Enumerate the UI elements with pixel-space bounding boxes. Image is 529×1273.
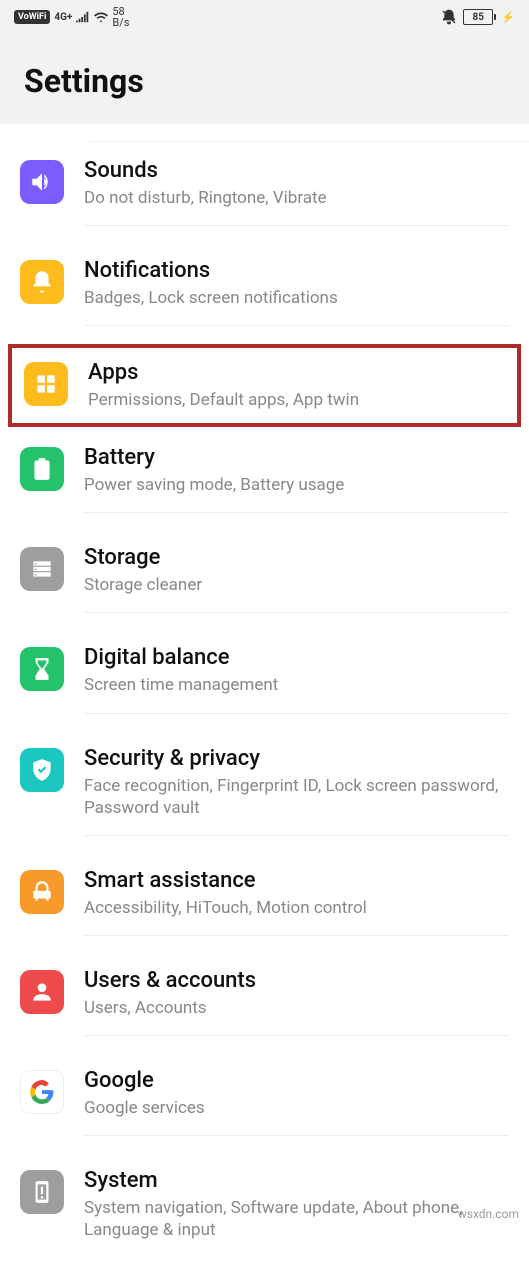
item-subtitle: Permissions, Default apps, App twin bbox=[88, 389, 505, 411]
item-subtitle: Badges, Lock screen notifications bbox=[84, 287, 509, 309]
settings-item-storage[interactable]: Storage Storage cleaner bbox=[0, 529, 529, 629]
users-icon bbox=[20, 970, 64, 1014]
row-content: Digital balance Screen time management bbox=[84, 645, 509, 713]
mute-icon bbox=[441, 9, 457, 25]
watermark: wsxdn.com bbox=[458, 1207, 519, 1221]
item-title: Notifications bbox=[84, 258, 509, 283]
settings-item-sounds[interactable]: Sounds Do not disturb, Ringtone, Vibrate bbox=[0, 142, 529, 242]
item-subtitle: Users, Accounts bbox=[84, 997, 509, 1019]
item-subtitle: Power saving mode, Battery usage bbox=[84, 474, 509, 496]
row-content: Users & accounts Users, Accounts bbox=[84, 968, 509, 1036]
settings-item-apps[interactable]: Apps Permissions, Default apps, App twin bbox=[24, 360, 505, 423]
row-content: Sounds Do not disturb, Ringtone, Vibrate bbox=[84, 158, 509, 226]
item-subtitle: Face recognition, Fingerprint ID, Lock s… bbox=[84, 775, 509, 819]
smart-assistance-icon bbox=[20, 870, 64, 914]
battery-icon bbox=[20, 447, 64, 491]
row-content: Apps Permissions, Default apps, App twin bbox=[88, 360, 505, 423]
system-icon bbox=[20, 1170, 64, 1214]
settings-item-notifications[interactable]: Notifications Badges, Lock screen notifi… bbox=[0, 242, 529, 342]
network-label: 4G+ bbox=[54, 12, 72, 23]
item-title: Security & privacy bbox=[84, 746, 509, 771]
item-subtitle: Do not disturb, Ringtone, Vibrate bbox=[84, 187, 509, 209]
item-title: Battery bbox=[84, 445, 509, 470]
settings-item-system[interactable]: System System navigation, Software updat… bbox=[0, 1152, 529, 1273]
partial-previous-row bbox=[90, 124, 529, 142]
sounds-icon bbox=[20, 160, 64, 204]
settings-item-google[interactable]: Google Google services bbox=[0, 1052, 529, 1152]
data-rate: 58 B/s bbox=[112, 6, 129, 28]
settings-item-digital-balance[interactable]: Digital balance Screen time management bbox=[0, 629, 529, 729]
settings-item-smart-assistance[interactable]: Smart assistance Accessibility, HiTouch,… bbox=[0, 852, 529, 952]
item-title: Sounds bbox=[84, 158, 509, 183]
status-bar: VoWiFi 4G+ 58 B/s 85 ⚡ bbox=[0, 0, 529, 34]
vowifi-badge: VoWiFi bbox=[14, 10, 50, 24]
item-title: Users & accounts bbox=[84, 968, 509, 993]
item-subtitle: System navigation, Software update, Abou… bbox=[84, 1197, 509, 1241]
item-title: Digital balance bbox=[84, 645, 509, 670]
row-content: Smart assistance Accessibility, HiTouch,… bbox=[84, 868, 509, 936]
charging-icon: ⚡ bbox=[501, 11, 515, 24]
status-right: 85 ⚡ bbox=[441, 9, 515, 25]
wifi-icon bbox=[94, 11, 108, 23]
item-title: Storage bbox=[84, 545, 509, 570]
settings-list[interactable]: Sounds Do not disturb, Ringtone, Vibrate… bbox=[0, 124, 529, 1273]
apps-icon bbox=[24, 362, 68, 406]
battery-indicator: 85 bbox=[463, 9, 493, 25]
google-icon bbox=[20, 1070, 64, 1114]
item-subtitle: Google services bbox=[84, 1097, 509, 1119]
page-header: Settings bbox=[0, 34, 529, 124]
highlight-box: Apps Permissions, Default apps, App twin bbox=[8, 344, 521, 427]
battery-percent: 85 bbox=[473, 12, 484, 23]
row-content: Security & privacy Face recognition, Fin… bbox=[84, 746, 509, 836]
row-content: System System navigation, Software updat… bbox=[84, 1168, 509, 1257]
signal-icon bbox=[76, 11, 90, 23]
row-content: Storage Storage cleaner bbox=[84, 545, 509, 613]
settings-item-battery[interactable]: Battery Power saving mode, Battery usage bbox=[0, 429, 529, 529]
item-subtitle: Screen time management bbox=[84, 674, 509, 696]
settings-item-security[interactable]: Security & privacy Face recognition, Fin… bbox=[0, 730, 529, 852]
item-title: Smart assistance bbox=[84, 868, 509, 893]
row-content: Battery Power saving mode, Battery usage bbox=[84, 445, 509, 513]
item-title: System bbox=[84, 1168, 509, 1193]
item-subtitle: Accessibility, HiTouch, Motion control bbox=[84, 897, 509, 919]
storage-icon bbox=[20, 547, 64, 591]
page-title: Settings bbox=[24, 62, 505, 100]
notifications-icon bbox=[20, 260, 64, 304]
item-title: Google bbox=[84, 1068, 509, 1093]
digital-balance-icon bbox=[20, 647, 64, 691]
item-subtitle: Storage cleaner bbox=[84, 574, 509, 596]
rate-unit: B/s bbox=[112, 17, 129, 28]
row-content: Google Google services bbox=[84, 1068, 509, 1136]
settings-item-users[interactable]: Users & accounts Users, Accounts bbox=[0, 952, 529, 1052]
security-icon bbox=[20, 748, 64, 792]
item-title: Apps bbox=[88, 360, 505, 385]
row-content: Notifications Badges, Lock screen notifi… bbox=[84, 258, 509, 326]
status-left: VoWiFi 4G+ 58 B/s bbox=[14, 6, 441, 28]
